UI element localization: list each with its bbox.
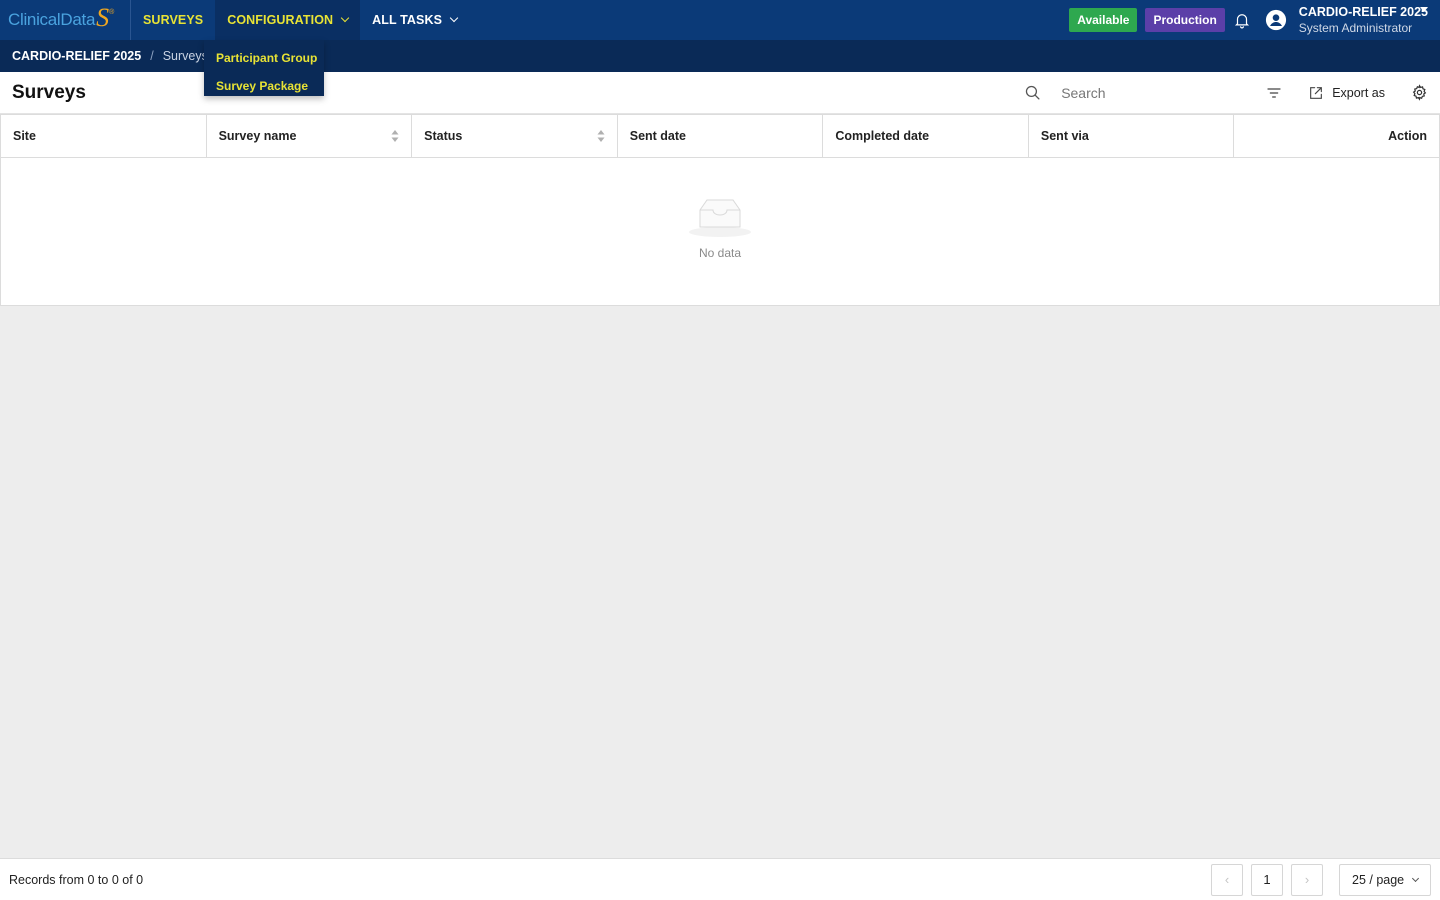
search-icon[interactable] <box>1024 84 1041 101</box>
table-header: Site Survey name Status Sent date Comple… <box>1 115 1439 158</box>
user-info[interactable]: CARDIO-RELIEF 2025 System Administrator <box>1299 5 1428 35</box>
chevron-down-icon <box>340 13 350 23</box>
column-label: Survey name <box>218 129 297 143</box>
caret-down-icon[interactable] <box>1420 7 1428 12</box>
page-title: Surveys <box>12 81 86 103</box>
menu-item-participant-group[interactable]: Participant Group <box>204 44 324 72</box>
menu-item-survey-package[interactable]: Survey Package <box>204 72 324 100</box>
bell-icon[interactable] <box>1233 11 1251 29</box>
sort-icon[interactable] <box>597 130 605 142</box>
page-size-value: 25 / page <box>1352 872 1405 887</box>
empty-text: No data <box>698 246 742 260</box>
chevron-down-icon <box>1411 874 1420 882</box>
column-header-survey-name[interactable]: Survey name <box>207 115 413 157</box>
breadcrumb-root[interactable]: CARDIO-RELIEF 2025 <box>12 49 141 63</box>
column-label: Completed date <box>835 129 930 143</box>
next-page-button[interactable]: › <box>1291 863 1323 896</box>
nav-all-tasks-label: ALL TASKS <box>372 13 443 27</box>
column-header-status[interactable]: Status <box>412 115 618 157</box>
empty-inbox-icon <box>689 199 751 237</box>
environment-badge[interactable]: Production <box>1145 8 1225 32</box>
export-button[interactable]: Export as <box>1308 85 1385 101</box>
search-box <box>1024 72 1254 114</box>
export-label: Export as <box>1332 85 1385 100</box>
filter-icon[interactable] <box>1266 85 1282 101</box>
gear-icon[interactable] <box>1411 84 1428 101</box>
user-study: CARDIO-RELIEF 2025 <box>1298 5 1428 19</box>
user-role: System Administrator <box>1298 21 1413 35</box>
available-badge[interactable]: Available <box>1069 8 1138 32</box>
breadcrumb-separator: / <box>150 49 154 63</box>
prev-page-button[interactable]: ‹ <box>1211 863 1243 896</box>
search-input[interactable] <box>1061 84 1232 101</box>
column-header-action: Action <box>1234 115 1439 157</box>
nav-configuration[interactable]: CONFIGURATION <box>215 0 361 40</box>
records-count: Records from 0 to 0 of 0 <box>9 872 144 887</box>
column-label: Status <box>424 129 463 143</box>
empty-state: No data <box>1 158 1439 260</box>
logo-mark: S <box>96 3 110 32</box>
table-footer: Records from 0 to 0 of 0 ‹ 1 › 25 / page <box>0 858 1440 900</box>
column-header-completed-date[interactable]: Completed date <box>823 115 1029 157</box>
nav-surveys[interactable]: SURVEYS <box>131 0 215 40</box>
nav-surveys-label: SURVEYS <box>143 13 204 27</box>
surveys-table: Site Survey name Status Sent date Comple… <box>0 114 1440 306</box>
clinicaldata-logo[interactable]: ClinicalData S ® <box>0 0 131 40</box>
export-icon <box>1310 86 1323 99</box>
column-header-sent-via[interactable]: Sent via <box>1029 115 1235 157</box>
pagination: ‹ 1 › 25 / page <box>1203 863 1431 896</box>
breadcrumb-current: Surveys <box>162 49 208 63</box>
column-label: Site <box>13 129 36 143</box>
nav-configuration-label: CONFIGURATION <box>227 13 334 27</box>
logo-registered: ® <box>109 8 115 16</box>
header-right: Available Production CARDIO-RELIEF 2025 … <box>1069 0 1440 40</box>
user-avatar-icon[interactable] <box>1265 9 1287 31</box>
page-size-select[interactable]: 25 / page <box>1339 863 1431 896</box>
sort-icon[interactable] <box>391 130 399 142</box>
column-label: Action <box>1388 129 1428 143</box>
top-navbar: ClinicalData S ® SURVEYS CONFIGURATION A… <box>0 0 1440 40</box>
column-label: Sent date <box>629 129 686 143</box>
nav-all-tasks[interactable]: ALL TASKS <box>360 0 469 40</box>
column-header-site[interactable]: Site <box>1 115 207 157</box>
column-header-sent-date[interactable]: Sent date <box>618 115 824 157</box>
chevron-down-icon <box>449 13 459 23</box>
column-label: Sent via <box>1040 129 1089 143</box>
page-number-button[interactable]: 1 <box>1251 863 1283 896</box>
logo-text: ClinicalData <box>8 10 96 29</box>
configuration-dropdown: Participant Group Survey Package <box>204 40 324 96</box>
